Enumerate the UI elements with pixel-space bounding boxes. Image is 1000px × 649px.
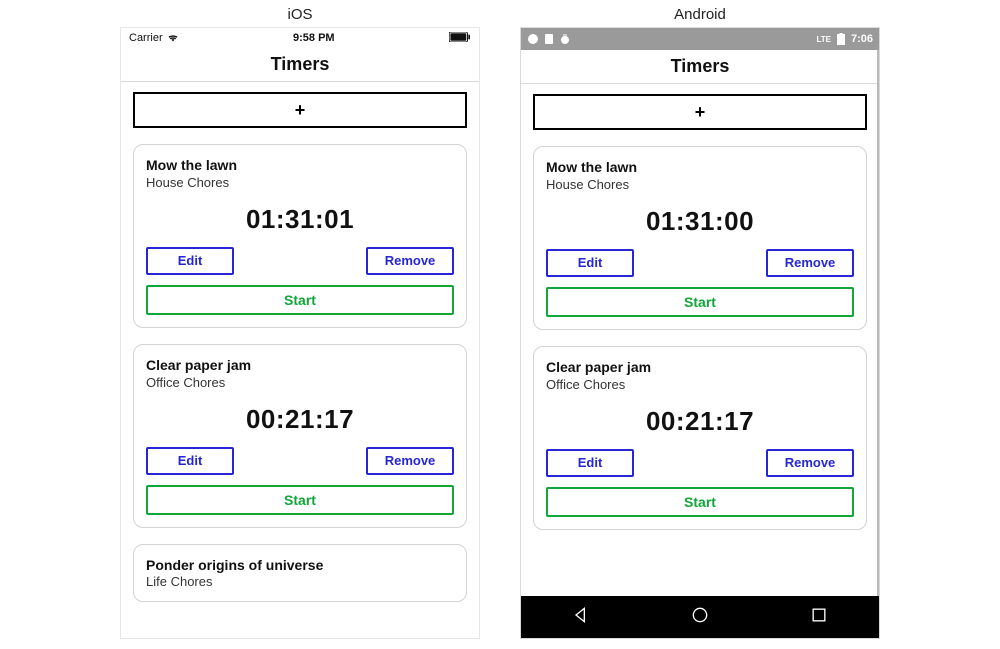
add-timer-button[interactable]: + (533, 94, 867, 130)
timer-subtitle: Office Chores (546, 377, 854, 392)
device-android: LTE 7:06 Timers + Mow the lawn House Cho… (520, 27, 880, 639)
back-icon[interactable] (571, 605, 591, 630)
battery-icon (449, 32, 471, 45)
nav-title: Timers (121, 48, 479, 82)
timer-title: Clear paper jam (146, 357, 454, 374)
timer-elapsed: 01:31:01 (146, 204, 454, 235)
wifi-icon (167, 32, 179, 45)
remove-button[interactable]: Remove (366, 447, 454, 475)
nav-title: Timers (521, 50, 879, 84)
timer-title: Ponder origins of universe (146, 557, 454, 574)
timer-card: Ponder origins of universe Life Chores (133, 544, 467, 603)
timer-card: Clear paper jam Office Chores 00:21:17 E… (133, 344, 467, 528)
timer-title: Mow the lawn (546, 159, 854, 176)
edit-button[interactable]: Edit (546, 449, 634, 477)
timer-card: Mow the lawn House Chores 01:31:00 Edit … (533, 146, 867, 330)
android-status-bar: LTE 7:06 (521, 28, 879, 50)
platform-label-ios: iOS (287, 6, 312, 23)
edit-button[interactable]: Edit (146, 447, 234, 475)
timer-elapsed: 01:31:00 (546, 206, 854, 237)
edit-button[interactable]: Edit (546, 249, 634, 277)
platform-label-android: Android (674, 6, 726, 23)
timer-title: Clear paper jam (546, 359, 854, 376)
timer-card: Mow the lawn House Chores 01:31:01 Edit … (133, 144, 467, 328)
timer-elapsed: 00:21:17 (146, 404, 454, 435)
start-button[interactable]: Start (146, 485, 454, 515)
device-ios: Carrier 9:58 PM Timers + Mow the lawn Ho… (120, 27, 480, 639)
timer-elapsed: 00:21:17 (546, 406, 854, 437)
timer-subtitle: Life Chores (146, 574, 454, 589)
battery-icon (835, 33, 847, 45)
edit-button[interactable]: Edit (146, 247, 234, 275)
ios-status-bar: Carrier 9:58 PM (121, 28, 479, 48)
carrier-label: Carrier (129, 32, 163, 44)
timer-subtitle: House Chores (546, 177, 854, 192)
scrollbar-indicator (877, 50, 880, 596)
timer-subtitle: Office Chores (146, 375, 454, 390)
timer-card: Clear paper jam Office Chores 00:21:17 E… (533, 346, 867, 530)
circle-icon (527, 33, 539, 45)
file-icon (543, 33, 555, 45)
start-button[interactable]: Start (546, 287, 854, 317)
remove-button[interactable]: Remove (766, 249, 854, 277)
remove-button[interactable]: Remove (366, 247, 454, 275)
recents-icon[interactable] (809, 605, 829, 630)
status-time: 9:58 PM (293, 32, 335, 44)
status-time: 7:06 (851, 33, 873, 45)
timer-title: Mow the lawn (146, 157, 454, 174)
android-softkeys (521, 596, 879, 638)
home-icon[interactable] (690, 605, 710, 630)
network-icon: LTE (816, 35, 831, 44)
add-timer-button[interactable]: + (133, 92, 467, 128)
remove-button[interactable]: Remove (766, 449, 854, 477)
start-button[interactable]: Start (546, 487, 854, 517)
timer-subtitle: House Chores (146, 175, 454, 190)
bug-icon (559, 33, 571, 45)
start-button[interactable]: Start (146, 285, 454, 315)
